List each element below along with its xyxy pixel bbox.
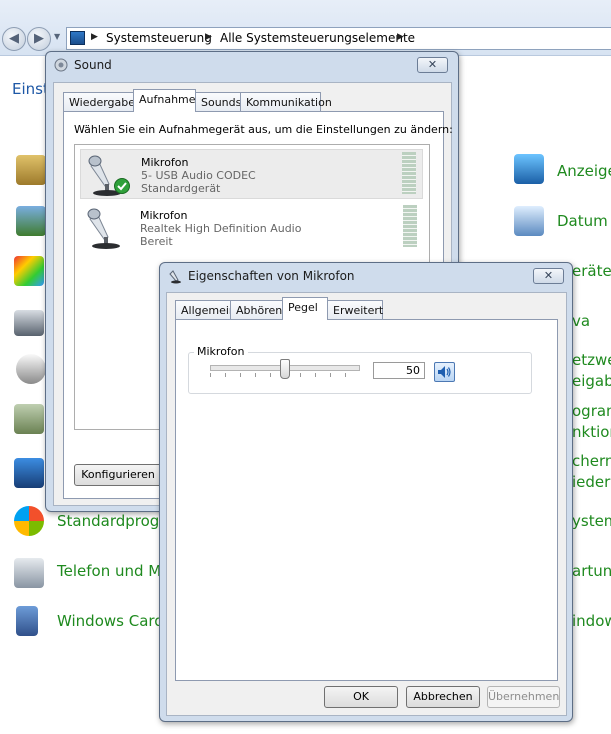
cp-item-programs[interactable]: ogram xyxy=(572,402,611,420)
cp-item-features[interactable]: nktion xyxy=(572,423,611,441)
device-item-usb-mic[interactable]: Mikrofon 5- USB Audio CODEC Standardgerä… xyxy=(80,149,423,199)
mute-toggle-button[interactable] xyxy=(434,362,455,382)
breadcrumb-systemsteuerung[interactable]: Systemsteuerung xyxy=(106,31,212,45)
forward-button[interactable]: ▶ xyxy=(27,27,51,51)
props-close-button[interactable]: ✕ xyxy=(533,268,564,284)
recent-pages-dropdown[interactable]: ▼ xyxy=(54,32,60,41)
device-name: Mikrofon xyxy=(141,156,189,169)
apply-button[interactable]: Übernehmen xyxy=(487,686,560,708)
cp-item-java[interactable]: va xyxy=(572,312,590,330)
tab-aufnahme[interactable]: Aufnahme xyxy=(133,89,196,112)
date-time-icon[interactable] xyxy=(514,206,544,236)
cp-item-date-time[interactable]: Datum u xyxy=(557,212,611,230)
tab-kommunikation[interactable]: Kommunikation xyxy=(240,92,332,112)
page-heading: Einst xyxy=(12,80,49,98)
cp-item-windows[interactable]: indow xyxy=(572,612,611,630)
device-name: Mikrofon xyxy=(140,209,188,222)
tab-allgemein[interactable]: Allgemein xyxy=(175,300,236,320)
cp-item-maintenance[interactable]: artung xyxy=(572,562,611,580)
windows-cardspace-icon[interactable] xyxy=(16,606,38,636)
default-device-check-icon xyxy=(114,178,130,194)
tab-sounds[interactable]: Sounds xyxy=(195,92,241,112)
arrow-right-icon: ▶ xyxy=(34,31,44,46)
control-panel-icon xyxy=(70,31,85,45)
device-item-realtek-mic[interactable]: Mikrofon Realtek High Definition Audio B… xyxy=(80,203,423,253)
close-icon: ✕ xyxy=(543,269,554,282)
level-value-field[interactable]: 50 xyxy=(373,362,425,379)
level-slider[interactable] xyxy=(188,352,368,386)
slider-thumb[interactable] xyxy=(280,359,290,379)
cp-item-network[interactable]: etzwer xyxy=(572,351,611,369)
tab-pegel[interactable]: Pegel xyxy=(282,297,328,320)
action-center-icon[interactable] xyxy=(16,155,46,185)
back-button[interactable]: ◀ xyxy=(2,27,26,51)
breadcrumb-all-items[interactable]: Alle Systemsteuerungselemente xyxy=(220,31,415,45)
cp-item-phone-modem[interactable]: Telefon und Mo xyxy=(57,562,170,580)
device-description: 5- USB Audio CODEC xyxy=(141,169,256,182)
chevron-right-icon[interactable]: ▶ xyxy=(205,32,212,42)
cp-item-system[interactable]: ystem xyxy=(572,512,611,530)
configure-button[interactable]: Konfigurieren xyxy=(74,464,162,486)
device-status: Standardgerät xyxy=(141,182,221,195)
props-dialog-body: Allgemein Abhören Pegel Erweitert Mikrof… xyxy=(166,292,567,716)
instruction-text: Wählen Sie ein Aufnahmegerät aus, um die… xyxy=(74,123,453,136)
pegel-panel: Mikrofon 50 xyxy=(175,319,558,681)
device-status: Bereit xyxy=(140,235,173,248)
remote-desktop-icon[interactable] xyxy=(14,458,44,488)
tab-erweitert[interactable]: Erweitert xyxy=(327,300,383,320)
microphone-icon xyxy=(87,208,120,249)
cp-item-restore[interactable]: iederh xyxy=(572,473,611,491)
cancel-button[interactable]: Abbrechen xyxy=(406,686,480,708)
cp-item-default-programs[interactable]: Standardprogr xyxy=(57,512,165,530)
address-bar[interactable]: ▶ Systemsteuerung ▶ Alle Systemsteuerung… xyxy=(66,27,611,50)
microphone-icon xyxy=(169,270,181,284)
cp-item-sharing[interactable]: eigabe xyxy=(572,372,611,390)
region-language-icon[interactable] xyxy=(14,404,44,434)
speaker-icon xyxy=(438,366,451,378)
cp-item-windows-cardspace[interactable]: Windows Card xyxy=(57,612,164,630)
chevron-down-icon: ▼ xyxy=(54,32,61,41)
mic-properties-dialog: Eigenschaften von Mikrofon ✕ Allgemein A… xyxy=(159,262,573,722)
cp-item-display[interactable]: Anzeige xyxy=(557,162,611,180)
ok-button[interactable]: OK xyxy=(324,686,398,708)
chevron-right-icon[interactable]: ▶ xyxy=(91,32,98,42)
laptop-icon[interactable] xyxy=(14,310,44,336)
tab-abhoeren[interactable]: Abhören xyxy=(230,300,283,320)
display-icon[interactable] xyxy=(514,154,544,184)
sound-dialog-title: Sound xyxy=(74,58,112,72)
close-icon: ✕ xyxy=(427,58,438,71)
sound-close-button[interactable]: ✕ xyxy=(417,57,448,73)
mic-properties-title: Eigenschaften von Mikrofon xyxy=(188,269,355,283)
arrow-left-icon: ◀ xyxy=(9,31,19,46)
chevron-right-icon[interactable]: ▶ xyxy=(397,32,404,42)
level-meter xyxy=(403,205,417,247)
cp-item-backup[interactable]: chern xyxy=(572,452,611,470)
explorer-address-strip: ◀ ▶ ▼ ▶ Systemsteuerung ▶ Alle Systemste… xyxy=(0,0,611,56)
device-description: Realtek High Definition Audio xyxy=(140,222,302,235)
default-programs-icon[interactable] xyxy=(14,506,44,536)
cp-item-device-manager[interactable]: eräte-M xyxy=(572,262,611,280)
color-management-icon[interactable] xyxy=(14,256,44,286)
phone-modem-icon[interactable] xyxy=(14,558,44,588)
mouse-icon[interactable] xyxy=(16,354,46,384)
level-meter xyxy=(402,152,416,194)
user-accounts-icon[interactable] xyxy=(16,206,46,236)
sound-icon xyxy=(54,58,68,72)
tab-wiedergabe[interactable]: Wiedergabe xyxy=(63,92,135,112)
